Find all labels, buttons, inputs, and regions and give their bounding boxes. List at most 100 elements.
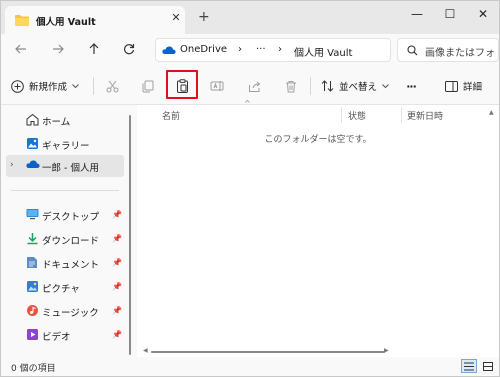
gallery-icon xyxy=(26,137,39,153)
video-icon xyxy=(26,328,39,344)
pin-icon[interactable]: 📌 xyxy=(112,234,122,243)
tab-bar: 個人用 Vault ✕ + — ☐ ✕ xyxy=(1,1,499,34)
column-header-modified[interactable]: 更新日時 xyxy=(407,109,443,122)
details-view-button[interactable] xyxy=(461,359,477,373)
scissors-icon xyxy=(106,80,118,92)
up-button[interactable] xyxy=(86,43,102,59)
sidebar-item-onedrive-personal[interactable]: › 一郎 - 個人用 xyxy=(6,155,124,177)
breadcrumb-onedrive[interactable]: OneDrive xyxy=(180,44,227,55)
empty-folder-message: このフォルダーは空です。 xyxy=(264,135,372,145)
tiles-view-icon xyxy=(483,361,493,371)
sidebar-item-music[interactable]: ミュージック 📌 xyxy=(1,300,125,322)
copy-button[interactable] xyxy=(137,74,157,98)
divider xyxy=(310,77,311,95)
navigation-scrollbar[interactable] xyxy=(125,105,137,357)
file-list: ^ 名前 状態 更新日時 ▲ このフォルダーは空です。 ◀ ▶ xyxy=(137,99,499,357)
breadcrumb-separator[interactable]: › xyxy=(278,44,282,55)
pin-icon[interactable]: 📌 xyxy=(112,282,122,291)
music-icon xyxy=(26,304,39,320)
sidebar-item-label: ミュージック xyxy=(42,308,99,319)
sidebar-item-label: ダウンロード xyxy=(42,236,100,247)
sort-button[interactable]: 並べ替え xyxy=(321,74,389,98)
tiles-view-button[interactable] xyxy=(480,359,496,373)
details-pane-icon xyxy=(445,80,458,92)
sidebar-item-label: ピクチャ xyxy=(42,284,80,295)
new-button-label: 新規作成 xyxy=(29,82,68,93)
sidebar-item-label: ビデオ xyxy=(42,332,71,343)
scrollbar-thumb[interactable] xyxy=(129,115,131,355)
share-icon xyxy=(248,81,260,92)
sidebar-item-label: ギャラリー xyxy=(42,141,90,152)
pin-icon[interactable]: 📌 xyxy=(112,258,122,267)
tab-title: 個人用 Vault xyxy=(36,17,96,28)
divider xyxy=(93,77,94,95)
divider xyxy=(11,190,119,191)
tab-personal-vault[interactable]: 個人用 Vault ✕ xyxy=(5,6,185,34)
minimize-button[interactable]: — xyxy=(406,5,428,23)
address-row: OneDrive › ··· › 個人用 Vault 画像またはフォ xyxy=(1,34,499,67)
delete-button[interactable] xyxy=(281,74,301,98)
sidebar-item-videos[interactable]: ビデオ 📌 xyxy=(1,324,125,346)
refresh-button[interactable] xyxy=(121,43,137,59)
search-icon xyxy=(407,45,418,59)
paste-highlight-box xyxy=(166,70,198,99)
breadcrumb-personal-vault[interactable]: 個人用 Vault xyxy=(294,44,352,59)
sidebar-item-gallery[interactable]: ギャラリー xyxy=(1,133,125,155)
column-divider[interactable] xyxy=(341,107,342,123)
column-header-name[interactable]: 名前 xyxy=(162,109,180,122)
sort-icon xyxy=(321,80,334,92)
onedrive-icon xyxy=(26,159,40,172)
download-icon xyxy=(26,232,39,248)
onedrive-icon xyxy=(162,45,176,58)
share-button[interactable] xyxy=(244,74,264,98)
search-placeholder: 画像またはフォ xyxy=(425,48,495,59)
up-arrow-icon xyxy=(89,43,99,54)
scroll-right-arrow[interactable]: ▶ xyxy=(384,347,389,354)
document-icon xyxy=(26,256,38,272)
back-button[interactable] xyxy=(13,43,29,59)
sidebar-item-documents[interactable]: ドキュメント 📌 xyxy=(1,252,125,274)
pin-icon[interactable]: 📌 xyxy=(112,306,122,315)
plus-circle-icon xyxy=(11,79,24,93)
details-button[interactable]: 詳細 xyxy=(445,74,482,98)
scroll-left-arrow[interactable]: ◀ xyxy=(143,347,148,354)
folder-icon xyxy=(15,14,29,29)
sidebar-item-label: ホーム xyxy=(42,117,71,128)
sidebar-item-home[interactable]: ホーム xyxy=(1,109,125,131)
scroll-up-arrow[interactable]: ▲ xyxy=(489,109,494,116)
status-bar: 0 個の項目 xyxy=(1,357,499,376)
sidebar-item-downloads[interactable]: ダウンロード 📌 xyxy=(1,228,125,250)
pin-icon[interactable]: 📌 xyxy=(112,210,122,219)
sidebar-item-desktop[interactable]: デスクトップ 📌 xyxy=(1,204,125,226)
breadcrumb-separator[interactable]: › xyxy=(238,44,242,55)
chevron-right-icon: › xyxy=(10,160,14,170)
rename-button[interactable] xyxy=(207,74,227,98)
sort-button-label: 並べ替え xyxy=(339,82,378,93)
navigation-pane: ホーム ギャラリー › 一郎 - 個人用 デスクトップ 📌 ダウンロード 📌 ド… xyxy=(1,105,125,357)
cut-button[interactable] xyxy=(102,74,122,98)
maximize-button[interactable]: ☐ xyxy=(439,5,461,23)
tab-close-button[interactable]: ✕ xyxy=(169,11,183,25)
desktop-icon xyxy=(26,208,39,223)
sidebar-item-pictures[interactable]: ピクチャ 📌 xyxy=(1,276,125,298)
address-bar[interactable]: OneDrive › ··· › 個人用 Vault xyxy=(155,38,391,62)
forward-arrow-icon xyxy=(53,44,64,54)
horizontal-scrollbar-thumb[interactable] xyxy=(151,351,385,353)
more-options-button[interactable]: ··· xyxy=(403,74,419,98)
search-box[interactable]: 画像またはフォ xyxy=(397,38,499,62)
pin-icon[interactable]: 📌 xyxy=(112,330,122,339)
copy-icon xyxy=(142,80,153,92)
sort-ascending-icon: ^ xyxy=(244,99,251,108)
home-icon xyxy=(26,113,39,129)
new-button[interactable]: 新規作成 xyxy=(11,74,79,98)
close-window-button[interactable]: ✕ xyxy=(472,5,494,23)
column-header-status[interactable]: 状態 xyxy=(348,109,366,122)
trash-icon xyxy=(286,80,296,92)
back-arrow-icon xyxy=(15,44,26,54)
picture-icon xyxy=(26,280,39,296)
breadcrumb-overflow[interactable]: ··· xyxy=(256,44,266,55)
file-explorer-window: 個人用 Vault ✕ + — ☐ ✕ OneDrive › ··· › 個人用… xyxy=(0,0,500,377)
new-tab-button[interactable]: + xyxy=(198,10,210,24)
forward-button[interactable] xyxy=(50,43,66,59)
column-divider[interactable] xyxy=(401,107,402,123)
